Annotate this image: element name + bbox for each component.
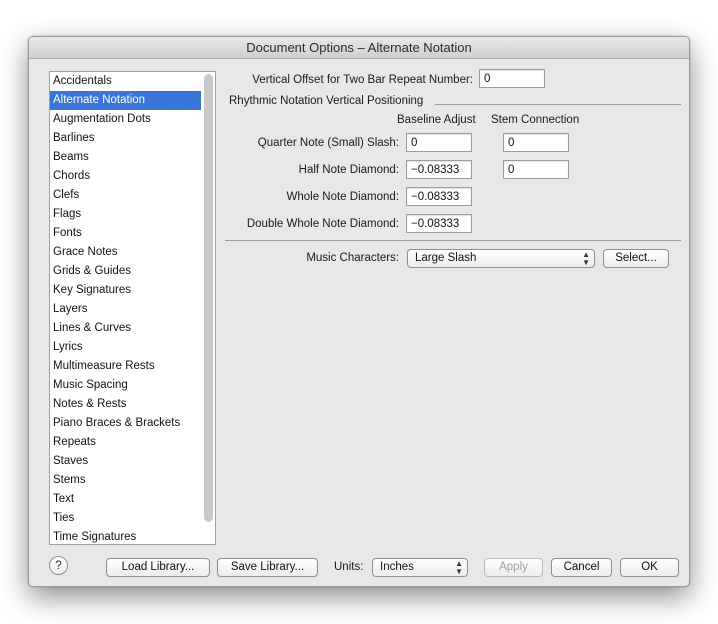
double-whole-note-baseline-field[interactable] [406,214,472,233]
column-header-stem: Stem Connection [491,114,580,126]
sidebar-item-lines-curves[interactable]: Lines & Curves [50,319,201,338]
sidebar-item-flags[interactable]: Flags [50,205,201,224]
sidebar-item-text[interactable]: Text [50,490,201,509]
half-note-stem-field[interactable] [503,160,569,179]
music-characters-popup[interactable]: Large Slash ▲ ▼ [407,249,595,268]
quarter-note-stem-field[interactable] [503,133,569,152]
two-bar-offset-label: Vertical Offset for Two Bar Repeat Numbe… [252,74,473,86]
save-library-button[interactable]: Save Library... [217,558,318,577]
sidebar-item-augmentation-dots[interactable]: Augmentation Dots [50,110,201,129]
help-button[interactable]: ? [49,556,68,575]
sidebar-item-beams[interactable]: Beams [50,148,201,167]
sidebar-item-repeats[interactable]: Repeats [50,433,201,452]
sidebar-item-piano-braces-brackets[interactable]: Piano Braces & Brackets [50,414,201,433]
sidebar-item-stems[interactable]: Stems [50,471,201,490]
sidebar-item-grace-notes[interactable]: Grace Notes [50,243,201,262]
cancel-button[interactable]: Cancel [551,558,612,577]
sidebar-item-fonts[interactable]: Fonts [50,224,201,243]
sidebar-item-grids-guides[interactable]: Grids & Guides [50,262,201,281]
sidebar-item-chords[interactable]: Chords [50,167,201,186]
column-header-baseline: Baseline Adjust [397,114,476,126]
document-options-window: Document Options – Alternate Notation Ac… [28,36,690,587]
half-note-label: Half Note Diamond: [298,164,399,176]
section-divider-bottom [225,240,681,241]
quarter-note-label: Quarter Note (Small) Slash: [257,137,399,149]
sidebar-item-notes-rests[interactable]: Notes & Rests [50,395,201,414]
load-library-button[interactable]: Load Library... [106,558,210,577]
apply-button[interactable]: Apply [484,558,543,577]
sidebar-item-time-signatures[interactable]: Time Signatures [50,528,201,547]
sidebar-item-multimeasure-rests[interactable]: Multimeasure Rests [50,357,201,376]
sidebar-item-barlines[interactable]: Barlines [50,129,201,148]
music-characters-value: Large Slash [415,252,477,264]
half-note-baseline-field[interactable] [406,160,472,179]
select-button[interactable]: Select... [603,249,669,268]
sidebar-item-clefs[interactable]: Clefs [50,186,201,205]
sidebar-item-ties[interactable]: Ties [50,509,201,528]
section-divider-top [435,104,681,105]
sidebar-item-music-spacing[interactable]: Music Spacing [50,376,201,395]
section-title: Rhythmic Notation Vertical Positioning [229,95,424,107]
quarter-note-baseline-field[interactable] [406,133,472,152]
whole-note-label: Whole Note Diamond: [286,191,400,203]
sidebar-item-alternate-notation[interactable]: Alternate Notation [50,91,201,110]
sidebar-item-staves[interactable]: Staves [50,452,201,471]
sidebar-item-lyrics[interactable]: Lyrics [50,338,201,357]
whole-note-baseline-field[interactable] [406,187,472,206]
sidebar-scrollbar[interactable] [204,74,213,522]
sidebar-item-accidentals[interactable]: Accidentals [50,72,201,91]
window-title: Document Options – Alternate Notation [29,37,689,59]
two-bar-offset-field[interactable] [479,69,545,88]
category-list[interactable]: Accidentals Alternate Notation Augmentat… [49,71,216,545]
units-label: Units: [334,561,364,573]
sidebar-item-key-signatures[interactable]: Key Signatures [50,281,201,300]
ok-button[interactable]: OK [620,558,679,577]
double-whole-note-label: Double Whole Note Diamond: [246,218,399,230]
music-characters-label: Music Characters: [306,252,399,264]
popup-arrows-icon: ▲ ▼ [582,250,590,267]
popup-arrows-icon: ▲ ▼ [455,559,463,576]
units-popup[interactable]: Inches ▲ ▼ [372,558,468,577]
sidebar-item-layers[interactable]: Layers [50,300,201,319]
units-value: Inches [380,561,414,573]
